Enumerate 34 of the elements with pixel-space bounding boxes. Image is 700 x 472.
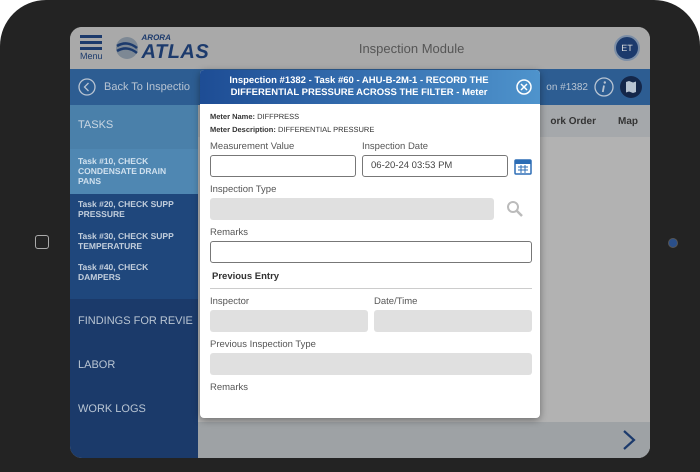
field-label: Inspection Type bbox=[210, 184, 278, 195]
calendar-icon[interactable] bbox=[514, 156, 532, 175]
logo-wordmark: ATLAS bbox=[142, 42, 210, 62]
home-button[interactable] bbox=[35, 235, 49, 249]
field-label: Inspection Date bbox=[362, 140, 430, 152]
tab[interactable]: ork Order bbox=[550, 112, 596, 130]
camera-icon bbox=[668, 238, 678, 248]
sidebar-item[interactable]: LABOR bbox=[70, 342, 198, 387]
back-button[interactable]: Back To Inspectio bbox=[78, 78, 190, 96]
input-field[interactable]: 06-20-24 03:53 PM bbox=[362, 154, 508, 177]
field-label: Remarks bbox=[210, 382, 250, 393]
menu-button[interactable]: Menu bbox=[80, 35, 103, 61]
menu-icon bbox=[80, 35, 102, 51]
sidebar-item[interactable]: FINDINGS FOR REVIE bbox=[70, 298, 198, 343]
info-icon[interactable] bbox=[594, 77, 614, 97]
input-field[interactable] bbox=[210, 154, 356, 177]
page-title: Inspection Module bbox=[358, 40, 466, 56]
logo-text: ARORA bbox=[142, 34, 172, 42]
field-label: Date/Time bbox=[374, 296, 418, 307]
input-field[interactable] bbox=[210, 240, 532, 263]
field-label: Inspector bbox=[210, 296, 250, 307]
tab[interactable]: Map bbox=[618, 112, 638, 130]
field-label: Previous Inspection Type bbox=[210, 338, 317, 350]
field-label: Remarks bbox=[210, 226, 250, 238]
tasks-heading: TASKS bbox=[70, 105, 198, 149]
sidebar-item[interactable]: WORK LOGS bbox=[70, 386, 198, 431]
inspection-label: on #1382 bbox=[546, 82, 588, 92]
close-icon[interactable] bbox=[516, 78, 532, 95]
map-icon[interactable] bbox=[620, 76, 642, 98]
user-avatar[interactable]: ET bbox=[614, 35, 640, 61]
dialog-title: Inspection #1382 - Task #60 - AHU-B-2M-1 - RECORD THE DIFFERENTIAL PRESSURE ACROSS THE FILTER - Meter bbox=[228, 75, 490, 99]
field-label: Measurement Value bbox=[210, 140, 296, 152]
globe-logo-icon bbox=[114, 36, 139, 60]
section-heading: Previous Entry bbox=[210, 266, 532, 289]
